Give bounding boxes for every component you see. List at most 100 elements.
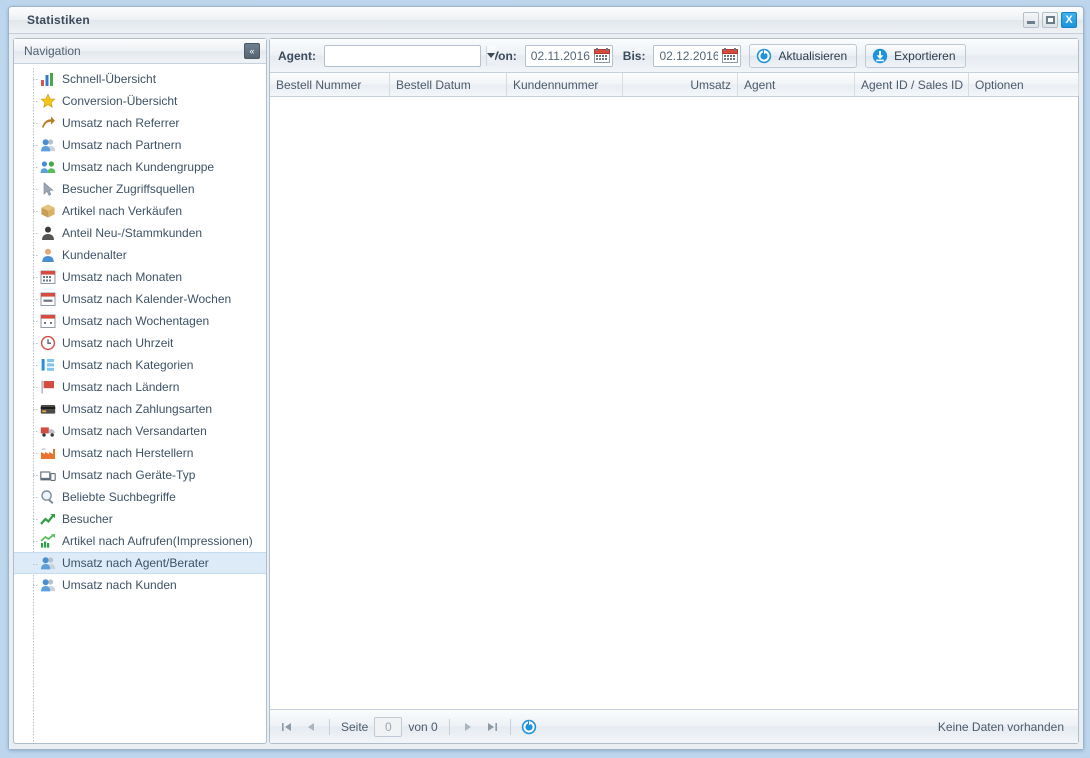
- sidebar-item-label: Besucher: [62, 512, 113, 526]
- grid-column-header-kundennummer[interactable]: Kundennummer: [507, 73, 623, 96]
- grid-column-header-bestell-datum[interactable]: Bestell Datum: [390, 73, 507, 96]
- sidebar-item-umsatz-nach-wochentagen[interactable]: Umsatz nach Wochentagen: [14, 310, 266, 332]
- sidebar-item-label: Umsatz nach Kunden: [62, 578, 177, 592]
- previous-page-button[interactable]: [300, 716, 322, 738]
- bis-date-input[interactable]: [654, 45, 721, 66]
- calendar-day-icon: [40, 314, 56, 328]
- sidebar-item-label: Beliebte Suchbegriffe: [62, 490, 176, 504]
- two-users-icon: [41, 139, 56, 152]
- agent-input[interactable]: [325, 45, 486, 66]
- von-date-input[interactable]: [525, 45, 592, 66]
- grid-column-label: Bestell Nummer: [276, 77, 362, 92]
- sidebar-item-umsatz-nach-l-ndern[interactable]: Umsatz nach Ländern: [14, 376, 266, 398]
- sidebar-item-label: Conversion-Übersicht: [62, 94, 178, 108]
- window-controls: X: [1023, 12, 1077, 28]
- page-number-input[interactable]: [374, 716, 403, 737]
- tree-hierarchy-icon: [41, 359, 54, 371]
- sidebar-item-label: Umsatz nach Versandarten: [62, 424, 207, 438]
- sidebar-item-artikel-nach-verk-ufen[interactable]: Artikel nach Verkäufen: [14, 200, 266, 222]
- pager-divider: [448, 718, 450, 735]
- sidebar-item-beliebte-suchbegriffe[interactable]: Beliebte Suchbegriffe: [14, 486, 266, 508]
- first-page-icon: [282, 722, 291, 731]
- sidebar-item-label: Artikel nach Verkäufen: [62, 204, 183, 218]
- sidebar-item-umsatz-nach-kalender-wochen[interactable]: Umsatz nach Kalender-Wochen: [14, 288, 266, 310]
- sidebar-item-label: Umsatz nach Geräte-Typ: [62, 468, 196, 482]
- sidebar-item-umsatz-nach-versandarten[interactable]: Umsatz nach Versandarten: [14, 420, 266, 442]
- calendar-icon[interactable]: [593, 48, 610, 63]
- minimize-button[interactable]: [1023, 12, 1039, 28]
- chevron-down-icon: [487, 53, 495, 58]
- curved-arrow-icon: [42, 116, 55, 128]
- grid-column-label: Optionen: [975, 77, 1024, 92]
- maximize-button[interactable]: [1042, 12, 1058, 28]
- grid-column-header-umsatz[interactable]: Umsatz: [623, 73, 738, 96]
- sidebar-collapse-button[interactable]: «: [244, 43, 260, 59]
- sidebar-item-label: Umsatz nach Referrer: [62, 116, 180, 130]
- navigation-sidebar: Navigation « Schnell-Übersicht Conversion…: [13, 38, 267, 744]
- grid-column-header-agent[interactable]: Agent: [738, 73, 855, 96]
- devices-icon: [40, 471, 56, 481]
- package-box-icon: [41, 204, 55, 218]
- sidebar-item-umsatz-nach-kunden[interactable]: Umsatz nach Kunden: [14, 574, 266, 596]
- close-button[interactable]: X: [1061, 12, 1077, 28]
- sidebar-item-schnell-bersicht[interactable]: Schnell-Übersicht: [14, 68, 266, 90]
- sidebar-item-umsatz-nach-kundengruppe[interactable]: Umsatz nach Kundengruppe: [14, 156, 266, 178]
- sidebar-item-label: Umsatz nach Zahlungsarten: [62, 402, 213, 416]
- sidebar-item-artikel-nach-aufrufen-impressionen[interactable]: Artikel nach Aufrufen(Impressionen): [14, 530, 266, 552]
- grid-column-label: Umsatz: [690, 77, 731, 92]
- bis-datefield[interactable]: [653, 44, 742, 67]
- first-page-button[interactable]: [276, 716, 298, 738]
- sidebar-item-umsatz-nach-kategorien[interactable]: Umsatz nach Kategorien: [14, 354, 266, 376]
- grid-column-label: Kundennummer: [513, 77, 599, 92]
- sidebar-item-besucher[interactable]: Besucher: [14, 508, 266, 530]
- sidebar-item-umsatz-nach-uhrzeit[interactable]: Umsatz nach Uhrzeit: [14, 332, 266, 354]
- agent-dropdown-arrow[interactable]: [486, 45, 495, 66]
- sidebar-item-umsatz-nach-herstellern[interactable]: Umsatz nach Herstellern: [14, 442, 266, 464]
- export-button-label: Exportieren: [894, 48, 956, 63]
- sidebar-item-label: Umsatz nach Kalender-Wochen: [62, 292, 232, 306]
- calendar-week-icon: [40, 292, 56, 306]
- single-user-icon: [42, 248, 54, 262]
- bis-label: Bis:: [622, 48, 646, 63]
- sidebar-item-umsatz-nach-ger-te-typ[interactable]: Umsatz nach Geräte-Typ: [14, 464, 266, 486]
- sidebar-item-umsatz-nach-partnern[interactable]: Umsatz nach Partnern: [14, 134, 266, 156]
- sidebar-title: Navigation: [24, 44, 81, 58]
- refresh-button-label: Aktualisieren: [778, 48, 848, 63]
- credit-card-icon: [40, 405, 56, 414]
- sidebar-item-label: Schnell-Übersicht: [62, 72, 157, 86]
- sidebar-item-umsatz-nach-referrer[interactable]: Umsatz nach Referrer: [14, 112, 266, 134]
- sidebar-item-kundenalter[interactable]: Kundenalter: [14, 244, 266, 266]
- last-page-button[interactable]: [481, 716, 503, 738]
- page-total-label: von 0: [408, 719, 438, 734]
- grid-column-header-optionen[interactable]: Optionen: [969, 73, 1079, 96]
- grid-body: [270, 97, 1078, 709]
- statistics-window: Statistiken X Navigation « Schnell-Übers…: [8, 6, 1084, 750]
- next-page-button[interactable]: [457, 716, 479, 738]
- von-datefield[interactable]: [524, 44, 613, 67]
- agent-combobox[interactable]: [324, 44, 495, 67]
- window-body: Navigation « Schnell-Übersicht Conversion…: [9, 34, 1083, 749]
- grid-column-header-bestell-nummer[interactable]: Bestell Nummer: [270, 73, 390, 96]
- two-users-icon: [41, 557, 56, 570]
- sidebar-item-label: Umsatz nach Uhrzeit: [62, 336, 174, 350]
- sidebar-item-label: Umsatz nach Agent/Berater: [62, 556, 209, 570]
- refresh-button[interactable]: Aktualisieren: [749, 43, 858, 68]
- calendar-icon[interactable]: [722, 48, 739, 63]
- grid-header-row: Bestell Nummer Bestell Datum Kundennummer U…: [270, 73, 1079, 97]
- grid-column-header-agent-id-sales-id[interactable]: Agent ID / Sales ID: [855, 73, 969, 96]
- sidebar-item-label: Umsatz nach Kundengruppe: [62, 160, 215, 174]
- sidebar-item-anteil-neu-stammkunden[interactable]: Anteil Neu-/Stammkunden: [14, 222, 266, 244]
- sidebar-item-besucher-zugriffsquellen[interactable]: Besucher Zugriffsquellen: [14, 178, 266, 200]
- pager-status-text: Keine Daten vorhanden: [937, 719, 1064, 734]
- close-icon: X: [1065, 13, 1073, 26]
- sidebar-item-umsatz-nach-monaten[interactable]: Umsatz nach Monaten: [14, 266, 266, 288]
- sidebar-item-conversion-bersicht[interactable]: Conversion-Übersicht: [14, 90, 266, 112]
- sidebar-item-umsatz-nach-zahlungsarten[interactable]: Umsatz nach Zahlungsarten: [14, 398, 266, 420]
- bar-chart-icon: [41, 73, 53, 86]
- calendar-month-icon: [40, 270, 56, 284]
- pager-refresh-button[interactable]: [518, 716, 540, 738]
- sidebar-item-umsatz-nach-agent-berater[interactable]: Umsatz nach Agent/Berater: [14, 552, 266, 574]
- export-button[interactable]: Exportieren: [865, 43, 966, 68]
- clock-icon: [40, 335, 56, 351]
- sidebar-item-label: Umsatz nach Herstellern: [62, 446, 194, 460]
